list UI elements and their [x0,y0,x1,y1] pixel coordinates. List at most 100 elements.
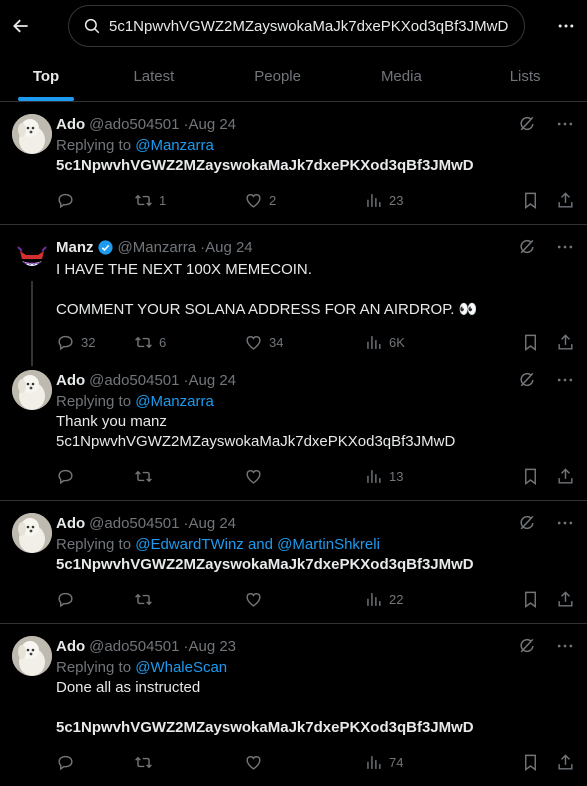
more-icon[interactable] [555,636,575,656]
more-icon[interactable] [555,114,575,134]
more-options-icon[interactable] [555,16,577,36]
search-input[interactable] [109,17,510,35]
reply-button[interactable] [56,467,134,486]
share-icon[interactable] [556,590,575,609]
bookmark-icon[interactable] [521,333,540,352]
grok-icon[interactable] [517,114,537,134]
mention-link[interactable]: @Manzarra [135,137,214,154]
share-icon[interactable] [556,333,575,352]
bookmark-icon[interactable] [521,191,540,210]
author-handle[interactable]: @ado504501 [89,515,179,532]
replying-to: Replying to @Manzarra [56,137,575,154]
reply-button[interactable]: 32 [56,333,134,352]
heart-icon [244,191,263,210]
tweet-text: Thank you manz 5c1NpwvhVGWZ2MZayswokaMaJ… [56,413,456,450]
retweet-button[interactable]: 6 [134,333,244,352]
reply-button[interactable] [56,753,134,772]
tweet[interactable]: Ado @ado504501 · Aug 24 Replying to @Edw… [0,501,587,624]
like-button[interactable] [244,753,364,772]
replying-to-label: Replying to [56,536,136,553]
back-arrow-icon[interactable] [10,15,32,37]
reply-button[interactable] [56,191,134,210]
share-icon[interactable] [556,467,575,486]
share-icon[interactable] [556,753,575,772]
reply-icon [56,191,75,210]
replying-to-label: Replying to [56,393,136,410]
like-count: 2 [269,192,277,208]
tweet-date[interactable]: Aug 24 [188,116,236,133]
bookmark-icon[interactable] [521,753,540,772]
bookmark-icon[interactable] [521,467,540,486]
mention-link[interactable]: @WhaleScan [135,659,227,676]
share-icon[interactable] [556,191,575,210]
grok-icon[interactable] [517,237,537,257]
tab-top[interactable]: Top [0,52,92,101]
retweet-button[interactable] [134,590,244,609]
author-handle[interactable]: @ado504501 [89,638,179,655]
tweet-date[interactable]: Aug 23 [188,638,236,655]
views-button[interactable]: 74 [364,753,474,772]
grok-icon[interactable] [517,636,537,656]
tweet-text: Done all as instructed [56,679,201,696]
bookmark-icon[interactable] [521,590,540,609]
retweet-button[interactable]: 1 [134,191,244,210]
tab-latest[interactable]: Latest [92,52,216,101]
mention-link[interactable]: @Manzarra [135,393,214,410]
tweet[interactable]: Ado @ado504501 · Aug 24 Replying to @Man… [0,366,587,501]
more-icon[interactable] [555,237,575,257]
replying-to: Replying to @Manzarra [56,393,575,410]
author-name[interactable]: Ado [56,515,85,532]
tweet[interactable]: Ado @ado504501 · Aug 24 Replying to @Man… [0,102,587,225]
views-button[interactable]: 13 [364,467,474,486]
retweet-button[interactable] [134,467,244,486]
retweet-button[interactable] [134,753,244,772]
tab-lists[interactable]: Lists [463,52,587,101]
tweet-date[interactable]: Aug 24 [188,515,236,532]
heart-icon [244,333,263,352]
like-button[interactable]: 2 [244,191,364,210]
avatar[interactable] [12,370,52,410]
active-tab-indicator [18,97,74,101]
author-name[interactable]: Ado [56,638,85,655]
more-icon[interactable] [555,370,575,390]
tab-media[interactable]: Media [340,52,464,101]
like-button[interactable] [244,467,364,486]
like-button[interactable]: 34 [244,333,364,352]
tweet-actions: 1 2 23 [56,180,575,220]
grok-icon[interactable] [517,370,537,390]
views-button[interactable]: 6K [364,333,474,352]
tweet-actions: 13 [56,456,575,496]
heart-icon [244,753,263,772]
avatar[interactable] [12,114,52,154]
avatar[interactable] [12,237,52,277]
views-button[interactable]: 23 [364,191,474,210]
views-button[interactable]: 22 [364,590,474,609]
view-count: 74 [389,754,404,770]
like-button[interactable] [244,590,364,609]
reply-button[interactable] [56,590,134,609]
more-icon[interactable] [555,513,575,533]
tweet-date[interactable]: Aug 24 [205,239,253,256]
replying-to-label: Replying to [56,659,136,676]
tweet[interactable]: Manz @Manzarra · Aug 24 I HAVE THE NEXT … [0,225,587,366]
tab-people[interactable]: People [216,52,340,101]
author-name[interactable]: Ado [56,372,85,389]
reply-count: 32 [81,334,96,350]
grok-icon[interactable] [517,513,537,533]
author-name[interactable]: Ado [56,116,85,133]
tweet[interactable]: Ado @ado504501 · Aug 23 Replying to @Wha… [0,624,587,786]
author-handle[interactable]: @ado504501 [89,372,179,389]
retweet-count: 1 [159,192,167,208]
tab-label: Top [32,68,60,85]
author-handle[interactable]: @ado504501 [89,116,179,133]
search-box[interactable] [68,5,525,47]
author-handle[interactable]: @Manzarra [118,239,197,256]
view-count: 22 [389,591,404,607]
avatar[interactable] [12,636,52,676]
tab-label: Lists [509,68,541,85]
tweet-date[interactable]: Aug 24 [188,372,236,389]
tweet-address-text: 5c1NpwvhVGWZ2MZayswokaMaJk7dxePKXod3qBf3… [56,719,474,736]
mention-link[interactable]: @EdwardTWinz and @MartinShkreli [135,536,380,553]
avatar[interactable] [12,513,52,553]
author-name[interactable]: Manz [56,239,94,256]
